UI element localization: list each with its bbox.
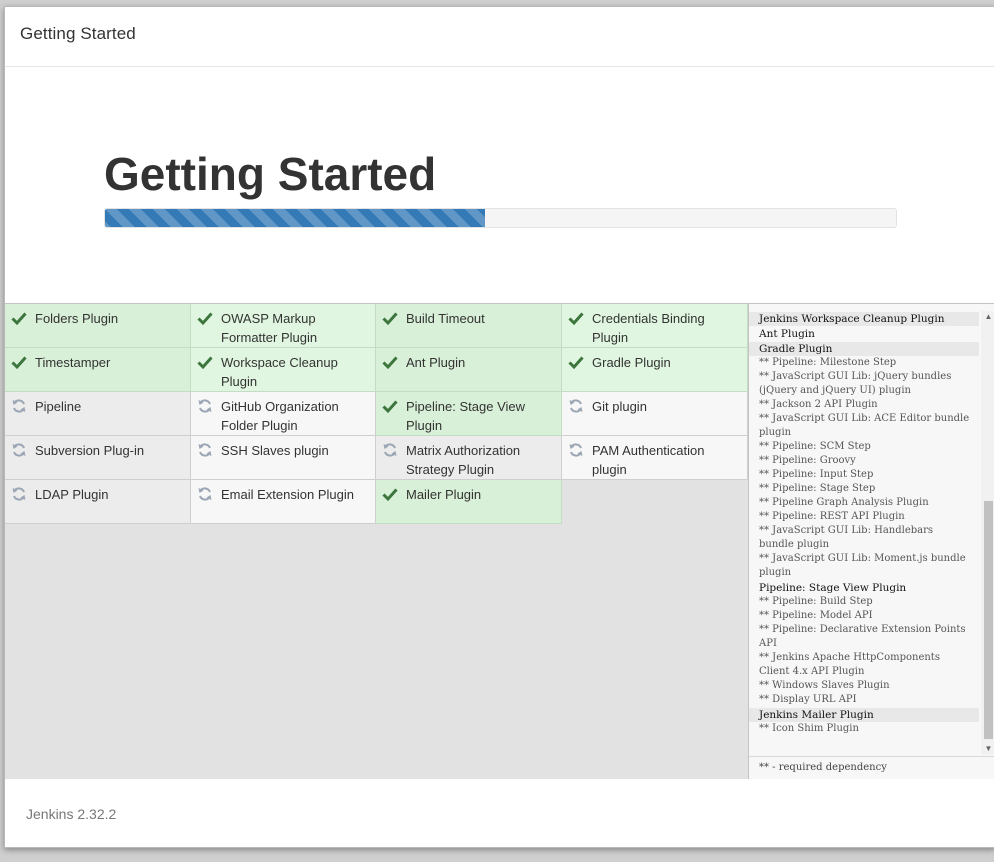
check-icon — [197, 312, 213, 326]
check-icon — [11, 312, 27, 326]
dialog-title: Getting Started — [20, 24, 136, 43]
check-icon — [568, 312, 584, 326]
plugin-item: Email Extension Plugin — [191, 480, 376, 524]
log-dependency-entry: ** Pipeline: REST API Plugin — [759, 511, 905, 522]
plugin-name: Ant Plugin — [406, 355, 466, 370]
hero-section: Getting Started — [5, 67, 994, 303]
plugin-name: Mailer Plugin — [406, 487, 482, 502]
plugin-item: Credentials Binding Plugin — [562, 304, 748, 348]
log-dependency-entry: ** Pipeline: Input Step — [759, 469, 874, 480]
plugin-item: Pipeline: Stage View Plugin — [376, 392, 562, 436]
plugin-item: Mailer Plugin — [376, 480, 562, 524]
log-dependency-entry: ** Windows Slaves Plugin — [759, 680, 890, 691]
log-dependency-entry: ** Pipeline: Stage Step — [759, 483, 876, 494]
refresh-icon — [12, 487, 26, 501]
plugin-name: Git plugin — [592, 399, 647, 414]
refresh-icon — [198, 443, 212, 457]
log-dependency-entry: ** Pipeline Graph Analysis Plugin — [759, 497, 929, 508]
version-label: Jenkins 2.32.2 — [26, 806, 117, 822]
plugin-item: Gradle Plugin — [562, 348, 748, 392]
log-plugin-entry: Jenkins Workspace Cleanup Plugin — [749, 312, 979, 326]
log-dependency-entry: ** JavaScript GUI Lib: Moment.js bundle … — [759, 553, 966, 578]
scroll-thumb[interactable] — [984, 501, 993, 739]
install-progress-bar — [105, 209, 485, 227]
log-dependency-entry: ** JavaScript GUI Lib: ACE Editor bundle… — [759, 413, 970, 438]
plugin-item: Folders Plugin — [5, 304, 191, 348]
check-icon — [382, 400, 398, 414]
plugin-name: GitHub Organization Folder Plugin — [221, 399, 339, 433]
plugin-item: Timestamper — [5, 348, 191, 392]
plugin-name: Gradle Plugin — [592, 355, 671, 370]
plugin-item: Build Timeout — [376, 304, 562, 348]
refresh-icon — [198, 487, 212, 501]
check-icon — [382, 312, 398, 326]
log-dependency-entry: ** Display URL API — [759, 694, 857, 705]
log-dependency-entry: ** Pipeline: Build Step — [759, 596, 873, 607]
plugin-grid: Folders Plugin OWASP Markup Formatter Plu… — [5, 304, 748, 524]
log-dependency-entry: ** JavaScript GUI Lib: Handlebars bundle… — [759, 525, 934, 550]
refresh-icon — [198, 399, 212, 413]
plugin-name: Build Timeout — [406, 311, 485, 326]
plugin-item: Matrix Authorization Strategy Plugin — [376, 436, 562, 480]
plugin-name: Matrix Authorization Strategy Plugin — [406, 443, 521, 477]
check-icon — [197, 356, 213, 370]
plugin-name: Subversion Plug-in — [35, 443, 145, 458]
log-dependency-entry: ** Jenkins Apache HttpComponents Client … — [759, 652, 940, 677]
plugin-name: Workspace Cleanup Plugin — [221, 355, 338, 389]
dialog-header: Getting Started — [5, 7, 994, 67]
log-dependency-entry: ** Pipeline: Model API — [759, 610, 873, 621]
plugin-item: Workspace Cleanup Plugin — [191, 348, 376, 392]
log-plugin-entry: Pipeline: Stage View Plugin — [759, 582, 907, 594]
refresh-icon — [383, 443, 397, 457]
log-dependency-entry: ** Pipeline: Declarative Extension Point… — [759, 624, 966, 649]
log-dependency-entry: ** Pipeline: Groovy — [759, 455, 856, 466]
plugin-name: Folders Plugin — [35, 311, 119, 326]
refresh-icon — [569, 443, 583, 457]
dialog-footer: Jenkins 2.32.2 — [5, 779, 994, 847]
plugin-item: PAM Authentication plugin — [562, 436, 748, 480]
plugin-item: LDAP Plugin — [5, 480, 191, 524]
refresh-icon — [12, 443, 26, 457]
refresh-icon — [12, 399, 26, 413]
log-dependency-entry: ** Pipeline: Milestone Step — [759, 357, 897, 368]
plugin-item: GitHub Organization Folder Plugin — [191, 392, 376, 436]
log-plugin-entry: Ant Plugin — [759, 328, 815, 340]
plugin-name: Pipeline: Stage View Plugin — [406, 399, 526, 433]
log-scrollbar[interactable]: ▲ ▼ — [981, 311, 994, 755]
log-dependency-entry: ** Jackson 2 API Plugin — [759, 399, 878, 410]
plugin-item: Git plugin — [562, 392, 748, 436]
plugin-item: Subversion Plug-in — [5, 436, 191, 480]
log-dependency-entry: ** Pipeline: SCM Step — [759, 441, 871, 452]
scroll-up-arrow-icon[interactable]: ▲ — [981, 311, 994, 323]
plugin-name: SSH Slaves plugin — [221, 443, 329, 458]
page-title: Getting Started — [104, 148, 437, 200]
plugin-item: Pipeline — [5, 392, 191, 436]
plugins-area: Folders Plugin OWASP Markup Formatter Plu… — [5, 303, 994, 780]
log-plugin-entry: Gradle Plugin — [749, 342, 979, 356]
check-icon — [568, 356, 584, 370]
check-icon — [11, 356, 27, 370]
plugin-name: Email Extension Plugin — [221, 487, 354, 502]
plugin-name: OWASP Markup Formatter Plugin — [221, 311, 318, 345]
plugin-name: Timestamper — [35, 355, 111, 370]
plugin-name: LDAP Plugin — [35, 487, 109, 502]
check-icon — [382, 488, 398, 502]
check-icon — [382, 356, 398, 370]
plugin-name: Pipeline — [35, 399, 82, 414]
plugin-name: Credentials Binding Plugin — [592, 311, 705, 345]
install-log-panel: Jenkins Workspace Cleanup Plugin Ant Plug… — [748, 304, 994, 779]
log-legend: ** - required dependency — [749, 756, 994, 778]
log-dependency-entry: ** Icon Shim Plugin — [759, 723, 859, 734]
plugin-item: SSH Slaves plugin — [191, 436, 376, 480]
scroll-down-arrow-icon[interactable]: ▼ — [981, 743, 994, 755]
log-dependency-entry: ** JavaScript GUI Lib: jQuery bundles (j… — [759, 371, 952, 396]
plugin-item: Ant Plugin — [376, 348, 562, 392]
log-plugin-entry: Jenkins Mailer Plugin — [749, 708, 979, 722]
plugin-name: PAM Authentication plugin — [592, 443, 705, 477]
install-log[interactable]: Jenkins Workspace Cleanup Plugin Ant Plug… — [749, 311, 979, 755]
plugin-item: OWASP Markup Formatter Plugin — [191, 304, 376, 348]
setup-wizard-dialog: Getting Started Getting Started Folders … — [4, 6, 994, 848]
install-progress — [104, 208, 897, 228]
refresh-icon — [569, 399, 583, 413]
